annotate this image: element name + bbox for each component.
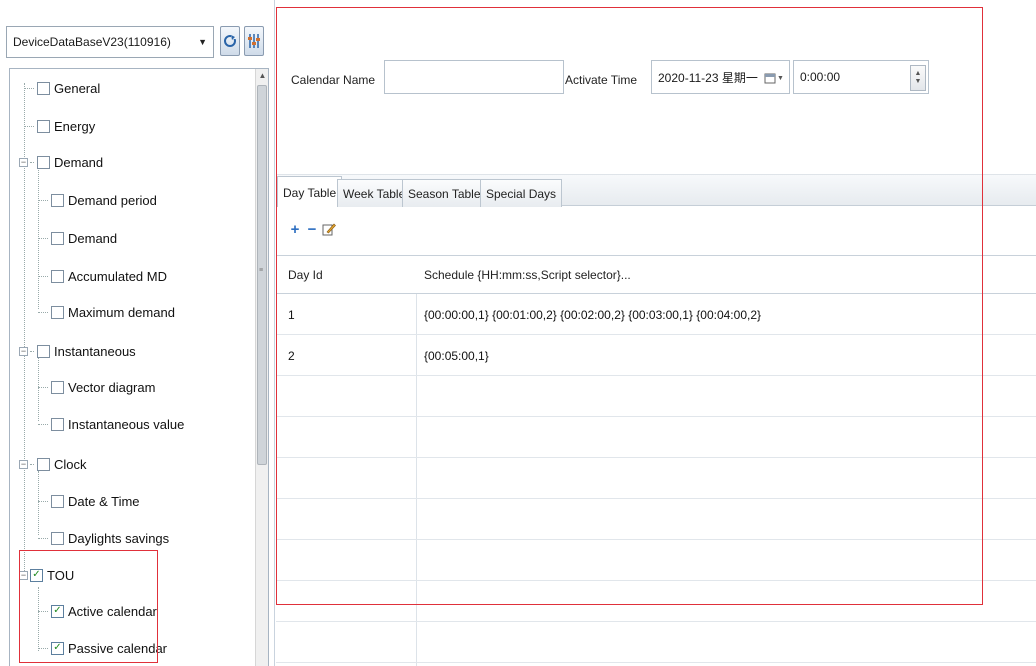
tree-item-demand-group[interactable]: − Demand (19, 150, 103, 174)
navigation-panel: DeviceDataBaseV23(110916) ▼ General Ener… (0, 0, 275, 666)
remove-icon[interactable]: − (305, 221, 319, 237)
day-table-grid: Day Id Schedule {HH:mm:ss,Script selecto… (276, 255, 1036, 666)
empty-row (276, 377, 1036, 417)
add-icon[interactable]: + (288, 221, 302, 237)
tree-item-date-time[interactable]: Date & Time (38, 489, 140, 513)
spin-down-icon[interactable]: ▼ (915, 78, 922, 86)
tree-item-demand[interactable]: Demand (38, 226, 117, 250)
empty-row (276, 500, 1036, 540)
database-row: DeviceDataBaseV23(110916) ▼ (6, 22, 268, 62)
tab-season-table[interactable]: Season Table (402, 179, 487, 207)
table-toolbar: + − (276, 207, 1036, 255)
day-id-cell: 1 (288, 308, 295, 322)
tree-item-demand-period[interactable]: Demand period (38, 188, 157, 212)
tree-item-maximum-demand[interactable]: Maximum demand (38, 300, 175, 324)
checkbox[interactable] (51, 305, 64, 319)
tab-week-table[interactable]: Week Table (337, 179, 412, 207)
checkbox[interactable] (37, 344, 50, 358)
settings-button[interactable] (244, 26, 264, 56)
grid-header: Day Id Schedule {HH:mm:ss,Script selecto… (276, 256, 1036, 294)
calendar-icon (764, 73, 776, 84)
schedule-cell: {00:00:00,1} {00:01:00,2} {00:02:00,2} {… (424, 308, 762, 322)
empty-row (276, 623, 1036, 663)
tree-item-energy[interactable]: Energy (24, 114, 95, 138)
refresh-icon (224, 34, 236, 47)
activate-time-value: 0:00:00 (800, 70, 841, 84)
collapse-icon[interactable]: − (19, 157, 28, 167)
checkbox[interactable] (51, 380, 64, 394)
tree-item-vector-diagram[interactable]: Vector diagram (38, 375, 155, 399)
database-select-value: DeviceDataBaseV23(110916) (13, 35, 171, 49)
edit-icon[interactable] (322, 221, 336, 237)
collapse-icon[interactable]: − (19, 570, 28, 580)
empty-row (276, 541, 1036, 581)
checkbox-checked[interactable]: ✓ (30, 568, 43, 582)
checkbox[interactable] (51, 531, 64, 545)
collapse-icon[interactable]: − (19, 346, 28, 356)
tree-item-clock-group[interactable]: − Clock (19, 452, 87, 476)
checkbox[interactable] (51, 269, 64, 283)
chevron-down-icon: ▼ (777, 74, 784, 82)
checkbox-checked[interactable]: ✓ (51, 604, 64, 618)
calendar-settings-row: Calendar Name Activate Time 2020-11-23 星… (276, 60, 1036, 100)
tree-item-accumulated-md[interactable]: Accumulated MD (38, 264, 167, 288)
empty-row (276, 418, 1036, 458)
grip-icon: ≡ (258, 267, 264, 274)
date-picker-button[interactable]: ▼ (763, 69, 785, 87)
function-tree: General Energy − Demand Demand period De… (9, 68, 269, 666)
checkbox[interactable] (37, 119, 50, 133)
empty-row (276, 582, 1036, 622)
checkbox[interactable] (51, 193, 64, 207)
tree-item-instantaneous-value[interactable]: Instantaneous value (38, 412, 184, 436)
activate-time-input[interactable]: 0:00:00 (793, 60, 929, 94)
tab-day-table[interactable]: Day Table (277, 176, 343, 208)
chevron-down-icon: ▼ (198, 37, 207, 47)
empty-row (276, 459, 1036, 499)
checkbox-checked[interactable]: ✓ (51, 641, 64, 655)
checkbox[interactable] (51, 494, 64, 508)
checkbox[interactable] (37, 81, 50, 95)
settings-icon (248, 34, 260, 48)
calendar-name-input[interactable] (384, 60, 564, 94)
tree-item-tou-group[interactable]: − ✓ TOU (19, 563, 74, 587)
tree-item-daylights-savings[interactable]: Daylights savings (38, 526, 169, 550)
scrollbar-thumb[interactable] (257, 85, 267, 465)
tab-special-days[interactable]: Special Days (480, 179, 563, 207)
tree-scrollbar[interactable]: ▲ ≡ (255, 69, 268, 666)
tree-item-passive-calendar[interactable]: ✓ Passive calendar (38, 636, 167, 660)
tree-item-instantaneous-group[interactable]: − Instantaneous (19, 339, 136, 363)
checkbox[interactable] (51, 417, 64, 431)
activate-date-value: 2020-11-23 星期一 (658, 70, 758, 85)
spin-up-icon[interactable]: ▲ (915, 70, 922, 78)
collapse-icon[interactable]: − (19, 459, 28, 469)
column-header-schedule[interactable]: Schedule {HH:mm:ss,Script selector}... (412, 256, 1032, 294)
tree-item-active-calendar[interactable]: ✓ Active calendar (38, 599, 157, 623)
column-header-day-id[interactable]: Day Id (276, 256, 416, 294)
calendar-editor: Calendar Name Activate Time 2020-11-23 星… (276, 0, 1036, 666)
calendar-name-label: Calendar Name (291, 73, 376, 87)
table-row[interactable]: 1 {00:00:00,1} {00:01:00,2} {00:02:00,2}… (276, 295, 1036, 335)
checkbox[interactable] (51, 231, 64, 245)
tree-item-general[interactable]: General (24, 76, 100, 100)
refresh-button[interactable] (220, 26, 240, 56)
scroll-up-icon[interactable]: ▲ (256, 71, 269, 83)
database-select[interactable]: DeviceDataBaseV23(110916) ▼ (6, 26, 214, 58)
checkbox[interactable] (37, 457, 50, 471)
activate-time-label: Activate Time (565, 73, 638, 87)
checkbox[interactable] (37, 155, 50, 169)
day-id-cell: 2 (288, 349, 295, 363)
table-tabs: Day Table Week Table Season Table Specia… (276, 174, 1036, 208)
schedule-cell: {00:05:00,1} (424, 349, 489, 363)
table-row[interactable]: 2 {00:05:00,1} (276, 336, 1036, 376)
time-spinner[interactable]: ▲ ▼ (910, 65, 926, 91)
